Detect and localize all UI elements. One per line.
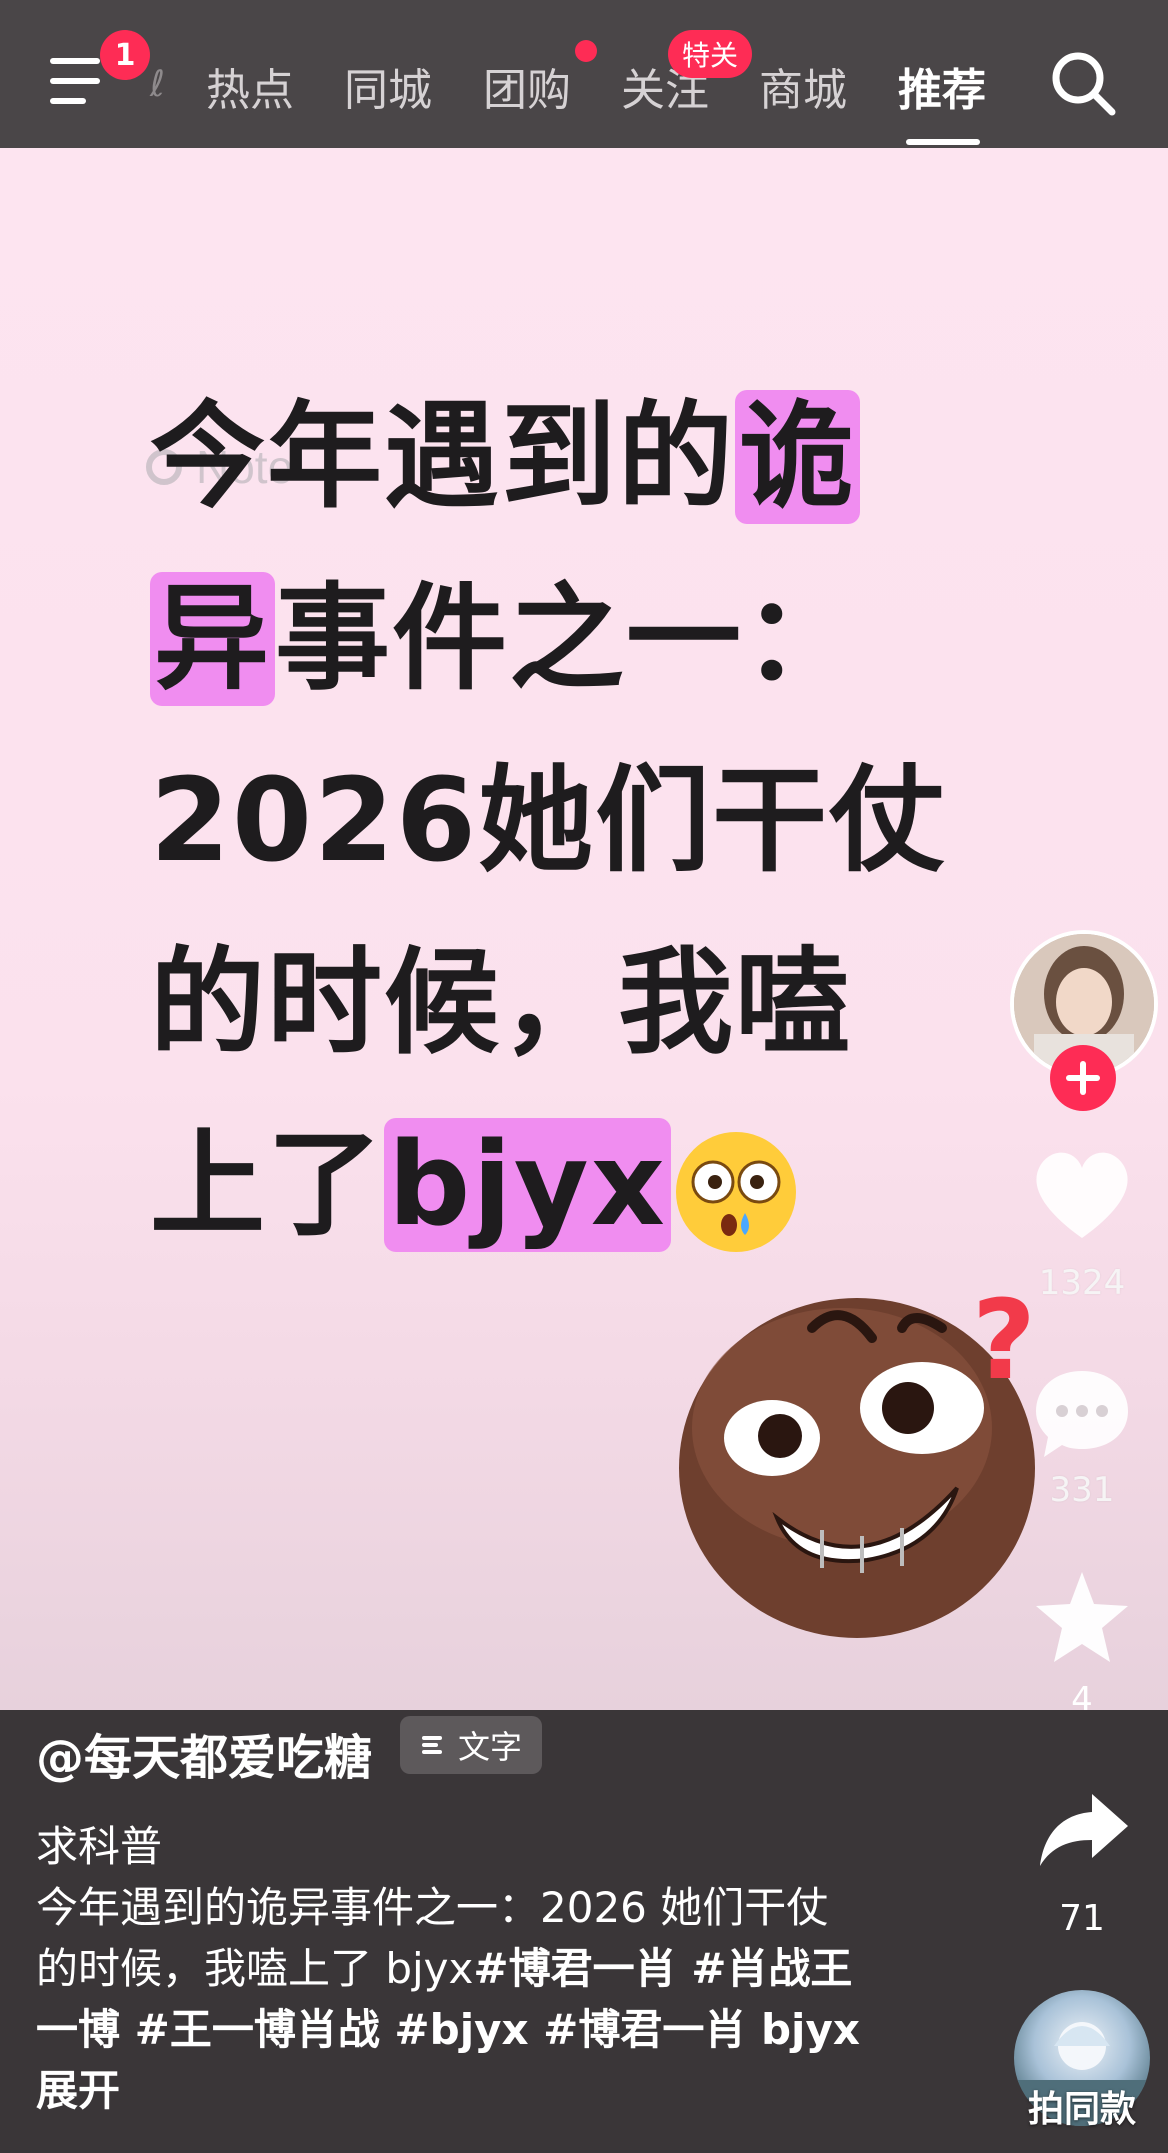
headline-line-3: 2026她们干仗 [150,754,947,888]
tab-group-buy[interactable]: 团购 [483,54,571,118]
tab-overflow-hint: ℓ [150,64,165,105]
expand-button[interactable]: 展开 [36,2060,876,2121]
search-button[interactable] [1048,48,1120,120]
comment-button[interactable] [1030,1363,1134,1467]
menu-button[interactable] [50,58,106,108]
headline-text: 今年遇到的诡 异事件之一： 2026她们干仗 的时候，我嗑 上了bjyx [150,366,990,1276]
video-frame[interactable]: Note 今年遇到的诡 异事件之一： 2026她们干仗 的时候，我嗑 上了bjy… [0,148,1168,1710]
share-arrow-icon [1040,1794,1128,1866]
video-description: 求科普 今年遇到的诡异事件之一：2026 她们干仗 的时候，我嗑上了 bjyx#… [36,1816,876,2121]
headline-part: 今年遇到的 [150,390,736,524]
headline-line-5: 上了bjyx [150,1094,990,1276]
heart-icon [1036,1152,1128,1238]
hashtag-line[interactable]: 一博 #王一博肖战 #bjyx #博君一肖 bjyx [36,1999,876,2060]
description-line-1: 求科普 [36,1822,163,1871]
grimace-sticker-icon: ? [679,1276,1036,1638]
headline-part: 上了 [150,1118,385,1252]
description-plain: 的时候，我嗑上了 bjyx [36,1944,474,1993]
active-tab-indicator [906,139,980,145]
author-handle[interactable]: @每天都爱吃糖 [36,1718,372,1788]
like-button[interactable] [1030,1148,1134,1248]
headline-highlight: 异 [150,572,276,706]
hashtag-link[interactable]: #博君一肖 #肖战王 [473,1944,852,1993]
flushed-face-emoji-icon [675,1132,796,1253]
search-icon [1052,52,1116,116]
favorite-button[interactable] [1030,1568,1134,1672]
plus-icon [1066,1061,1100,1095]
headline-part: 事件之一： [275,572,861,706]
share-button[interactable] [1036,1790,1140,1874]
headline-highlight: 诡 [735,390,861,524]
tab-local[interactable]: 同城 [344,54,432,118]
menu-icon [50,58,100,64]
follow-button[interactable] [1050,1045,1116,1111]
use-template-label: 拍同款 [1027,2089,1136,2130]
menu-notification-badge: 1 [100,30,150,80]
text-lines-icon [421,1736,442,1754]
top-navigation-bar: 1 ℓ 热点 同城 团购 关注 特关 商城 推荐 [0,0,1168,148]
text-mode-badge[interactable]: 文字 [400,1716,542,1774]
tab-hot[interactable]: 热点 [206,54,294,118]
favorite-count: 4 [1071,1680,1093,1710]
headline-line-2: 异事件之一： [150,548,990,730]
tab-following-badge: 特关 [668,30,752,78]
comment-icon [1036,1371,1128,1457]
menu-icon-line [50,78,100,84]
description-line-3: 的时候，我嗑上了 bjyx#博君一肖 #肖战王 [36,1938,876,1999]
tab-group-buy-dot [575,40,597,62]
headline-line-4: 的时候，我嗑 [150,936,853,1070]
text-mode-label: 文字 [457,1728,522,1766]
headline-line-1: 今年遇到的诡 [150,366,990,548]
like-count: 1324 [1038,1263,1126,1303]
tab-mall[interactable]: 商城 [759,54,847,118]
headline-highlight: bjyx [384,1118,671,1252]
comment-count: 331 [1049,1470,1115,1510]
menu-icon-line [50,98,86,104]
description-line-2: 今年遇到的诡异事件之一：2026 她们干仗 [36,1883,829,1932]
star-icon [1036,1572,1128,1662]
tab-recommend[interactable]: 推荐 [898,54,986,118]
share-count: 71 [1059,1898,1105,1939]
